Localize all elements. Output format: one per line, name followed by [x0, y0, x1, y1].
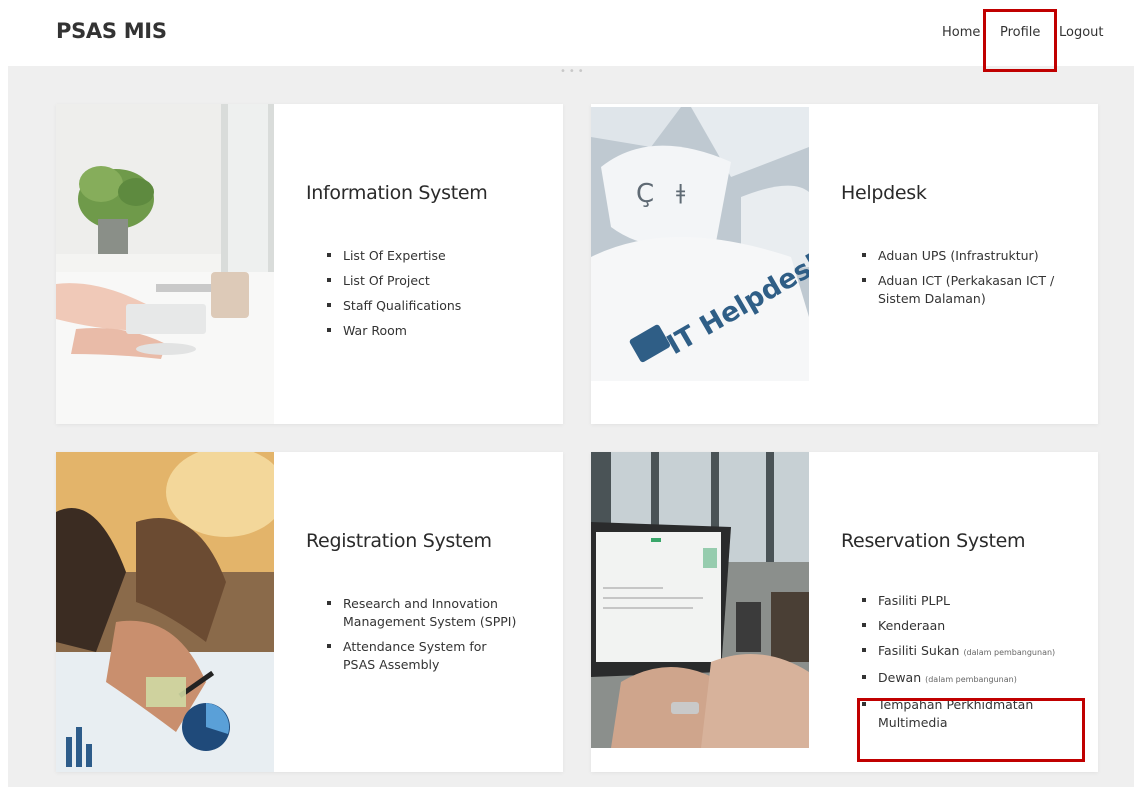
link-list: Research and Innovation Management Syste…	[306, 595, 521, 681]
in-development-note: (dalam pembangunan)	[963, 648, 1056, 657]
list-item[interactable]: Kenderaan	[841, 617, 1056, 635]
fasiliti-plpl-link[interactable]: Fasiliti PLPL	[878, 593, 950, 608]
list-item[interactable]: List Of Expertise	[306, 247, 521, 265]
office-laptop-image	[56, 104, 274, 424]
list-item[interactable]: Attendance System for PSAS Assembly	[306, 638, 521, 674]
tempahan-multimedia-link[interactable]: Tempahan Perkhidmatan Multimedia	[878, 697, 1033, 730]
list-item[interactable]: War Room	[306, 322, 521, 340]
card-title: Information System	[306, 182, 488, 204]
in-development-note: (dalam pembangunan)	[925, 675, 1017, 684]
card-information-system: Information System List Of Expertise Lis…	[56, 104, 563, 424]
business-charts-image	[56, 452, 274, 772]
aduan-ups-link[interactable]: Aduan UPS (Infrastruktur)	[878, 248, 1039, 263]
list-item[interactable]: List Of Project	[306, 272, 521, 290]
laptop-typing-image	[591, 452, 809, 748]
aduan-ict-link[interactable]: Aduan ICT (Perkakasan ICT / Sistem Dalam…	[878, 273, 1054, 306]
svg-text:ǂ: ǂ	[676, 180, 686, 204]
list-item[interactable]: Fasiliti PLPL	[841, 592, 1056, 610]
dewan-link[interactable]: Dewan	[878, 670, 921, 685]
nav-profile-link[interactable]: Profile	[1000, 25, 1040, 40]
nav-logout-link[interactable]: Logout	[1059, 25, 1104, 40]
loading-dots-icon: •••	[560, 66, 587, 77]
card-title: Registration System	[306, 530, 492, 552]
war-room-link[interactable]: War Room	[343, 323, 407, 338]
fasiliti-sukan-link[interactable]: Fasiliti Sukan	[878, 643, 959, 658]
link-list: Aduan UPS (Infrastruktur) Aduan ICT (Per…	[841, 247, 1056, 315]
list-item[interactable]: Staff Qualifications	[306, 297, 521, 315]
link-list: List Of Expertise List Of Project Staff …	[306, 247, 521, 347]
brand-logo[interactable]: PSAS MIS	[56, 19, 167, 43]
list-item[interactable]: Aduan UPS (Infrastruktur)	[841, 247, 1056, 265]
list-of-project-link[interactable]: List Of Project	[343, 273, 430, 288]
svg-text:Ç: Ç	[636, 179, 654, 209]
top-navbar: PSAS MIS Home Profile Logout	[0, 0, 1134, 66]
list-of-expertise-link[interactable]: List Of Expertise	[343, 248, 446, 263]
card-reservation-system: Reservation System Fasiliti PLPL Kendera…	[591, 452, 1098, 772]
list-item[interactable]: Fasiliti Sukan (dalam pembangunan)	[841, 642, 1056, 662]
card-helpdesk: Ç ǂ IT Helpdesk Helpdesk Aduan UPS (Infr…	[591, 104, 1098, 424]
list-item[interactable]: Dewan (dalam pembangunan)	[841, 669, 1056, 689]
card-title: Reservation System	[841, 530, 1026, 552]
card-title: Helpdesk	[841, 182, 927, 204]
list-item[interactable]: Aduan ICT (Perkakasan ICT / Sistem Dalam…	[841, 272, 1056, 308]
nav-home-link[interactable]: Home	[942, 25, 980, 40]
it-helpdesk-keyboard-image: Ç ǂ IT Helpdesk	[591, 107, 809, 381]
card-registration-system: Registration System Research and Innovat…	[56, 452, 563, 772]
attendance-system-link[interactable]: Attendance System for PSAS Assembly	[343, 639, 487, 672]
staff-qualifications-link[interactable]: Staff Qualifications	[343, 298, 461, 313]
kenderaan-link[interactable]: Kenderaan	[878, 618, 945, 633]
link-list: Fasiliti PLPL Kenderaan Fasiliti Sukan (…	[841, 592, 1056, 739]
sppi-link[interactable]: Research and Innovation Management Syste…	[343, 596, 516, 629]
list-item[interactable]: Tempahan Perkhidmatan Multimedia	[841, 696, 1056, 732]
list-item[interactable]: Research and Innovation Management Syste…	[306, 595, 521, 631]
